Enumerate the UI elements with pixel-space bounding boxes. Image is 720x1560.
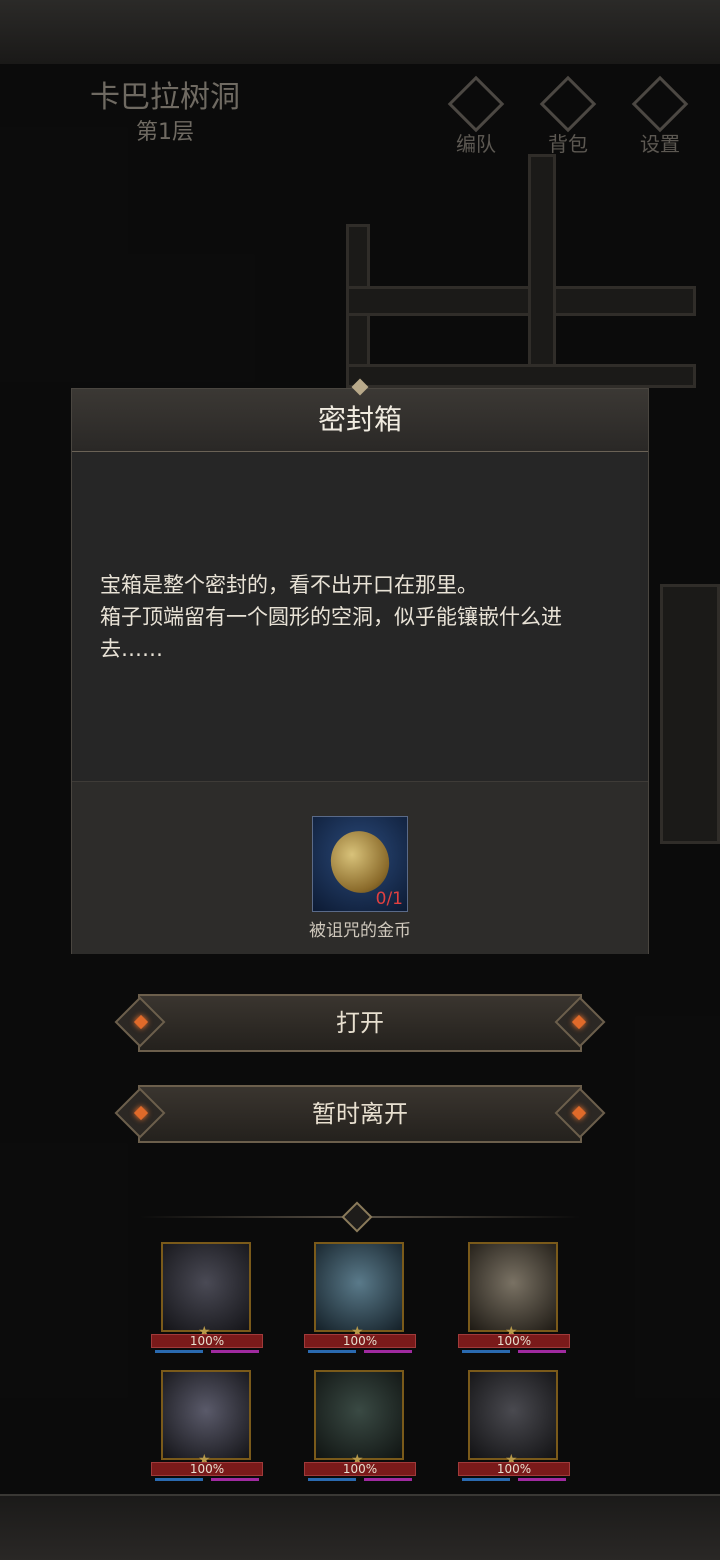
top-frame	[0, 0, 720, 66]
bag-icon	[539, 75, 597, 133]
required-item-slot[interactable]: 0/1	[312, 816, 408, 912]
gear-icon	[631, 75, 689, 133]
hp-bar: 100%	[458, 1462, 570, 1476]
dialog-description: 宝箱是整个密封的，看不出开口在那里。 箱子顶端留有一个圆形的空洞，似乎能镶嵌什么…	[100, 569, 622, 665]
sealed-chest-dialog: 密封箱 宝箱是整个密封的，看不出开口在那里。 箱子顶端留有一个圆形的空洞，似乎能…	[71, 378, 649, 954]
dialog-title: 密封箱	[317, 403, 402, 436]
hero-portrait	[468, 1242, 558, 1332]
open-label: 打开	[336, 1009, 384, 1037]
bag-label: 背包	[548, 132, 588, 156]
game-screen: 卡巴拉树洞 第1层 编队 背包 设置 密封箱 宝箱是整个密封的，看不出开口在那里…	[0, 0, 720, 1560]
location-info: 卡巴拉树洞 第1层	[40, 78, 290, 148]
hp-bar: 100%	[151, 1462, 263, 1476]
party-member-6[interactable]: ★ 100%	[458, 1370, 570, 1490]
party-member-4[interactable]: ★ 100%	[151, 1370, 263, 1490]
hero-portrait	[161, 1242, 251, 1332]
bag-button[interactable]: 背包	[528, 75, 608, 157]
leave-label: 暂时离开	[312, 1100, 408, 1128]
party-member-1[interactable]: ★ 100%	[151, 1242, 263, 1362]
hero-portrait	[161, 1370, 251, 1460]
hp-bar: 100%	[304, 1334, 416, 1348]
item-count: 0/1	[375, 889, 403, 909]
team-icon	[447, 75, 505, 133]
team-button[interactable]: 编队	[436, 75, 516, 157]
hero-portrait	[314, 1242, 404, 1332]
hero-portrait	[314, 1370, 404, 1460]
settings-button[interactable]: 设置	[620, 75, 700, 157]
hp-bar: 100%	[151, 1334, 263, 1348]
hp-bar: 100%	[458, 1334, 570, 1348]
hp-bar: 100%	[304, 1462, 416, 1476]
party-member-5[interactable]: ★ 100%	[304, 1370, 416, 1490]
item-name: 被诅咒的金币	[309, 921, 411, 941]
hero-portrait	[468, 1370, 558, 1460]
open-button[interactable]: 打开	[114, 992, 606, 1054]
party-member-3[interactable]: ★ 100%	[458, 1242, 570, 1362]
team-label: 编队	[456, 132, 496, 156]
dialog-header: 密封箱	[72, 378, 648, 452]
party-member-2[interactable]: ★ 100%	[304, 1242, 416, 1362]
required-item-area: 0/1 被诅咒的金币	[72, 781, 648, 954]
bottom-frame	[0, 1494, 720, 1560]
description-line: 箱子顶端留有一个圆形的空洞，似乎能镶嵌什么进去……	[100, 605, 562, 661]
description-line: 宝箱是整个密封的，看不出开口在那里。	[100, 573, 478, 597]
leave-button[interactable]: 暂时离开	[114, 1083, 606, 1145]
location-name: 卡巴拉树洞	[90, 80, 240, 115]
settings-label: 设置	[640, 132, 680, 156]
location-floor: 第1层	[136, 120, 194, 145]
